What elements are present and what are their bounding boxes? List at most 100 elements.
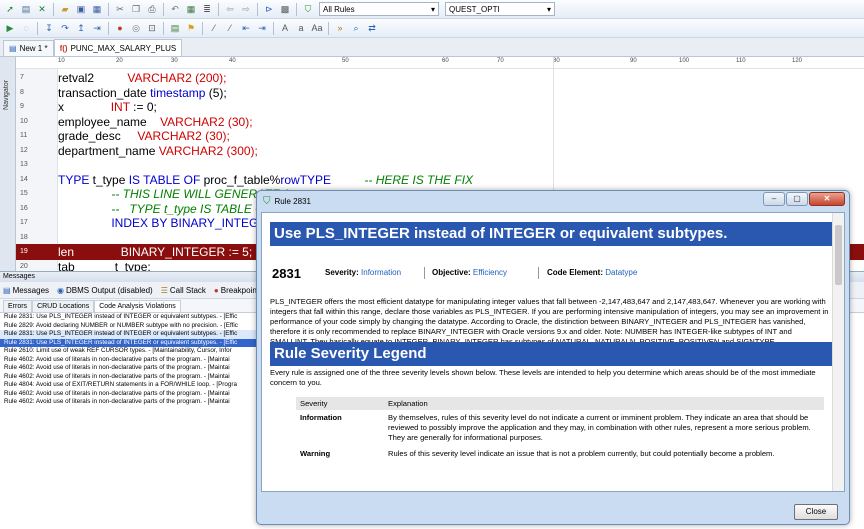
function-icon: f() xyxy=(59,43,68,53)
print-icon[interactable]: ⎙ xyxy=(145,3,159,16)
run-icon[interactable]: ▶ xyxy=(3,22,17,35)
tab-errors[interactable]: Errors xyxy=(3,300,33,312)
ruler-tick: 110 xyxy=(736,58,746,64)
tab-messages[interactable]: ▤ Messages xyxy=(3,286,49,295)
step-out-icon[interactable]: ↥ xyxy=(74,22,88,35)
minimize-button[interactable]: – xyxy=(763,192,785,206)
violation-row[interactable]: Rule 2831: Use PLS_INTEGER instead of IN… xyxy=(0,313,264,322)
ruler-tick: 120 xyxy=(792,58,803,64)
table-row: Information By themselves, rules of this… xyxy=(296,410,824,446)
rule-number: 2831 xyxy=(272,266,301,281)
ruler-tick: 40 xyxy=(229,58,236,64)
scrollbar-thumb[interactable] xyxy=(835,225,842,285)
editor-toolbar: ▶ ◌ ↧ ↷ ↥ ⇥ ● ◎ ⊡ ▤ ⚑ ⁄ ⁄ ⇤ ⇥ A a Aa » ⌕… xyxy=(0,19,864,38)
tab-dbms-output[interactable]: ◉ DBMS Output (disabled) xyxy=(57,286,153,295)
violation-row[interactable]: Rule 4602: Avoid use of literals in non-… xyxy=(0,356,264,365)
severity-meta: Severity: Information xyxy=(325,268,401,277)
indent-icon[interactable]: ⇤ xyxy=(239,22,253,35)
tab-label: PUNC_MAX_SALARY_PLUS xyxy=(70,43,177,53)
upper-case-icon[interactable]: A xyxy=(278,22,292,35)
output-icon: ◉ xyxy=(57,285,65,295)
step-into-icon[interactable]: ↧ xyxy=(42,22,56,35)
violation-row[interactable]: Rule 4804: Avoid use of EXIT/RETURN stat… xyxy=(0,381,264,390)
filter-icon[interactable]: ⛉ xyxy=(301,3,315,16)
explain-plan-icon[interactable]: ▤ xyxy=(168,22,182,35)
uncomment-icon[interactable]: ⁄ xyxy=(223,22,237,35)
debug-icon[interactable]: ▩ xyxy=(278,3,292,16)
copy-icon[interactable]: ❐ xyxy=(129,3,143,16)
undo-icon[interactable]: ↶ xyxy=(168,3,182,16)
code-template-icon[interactable]: » xyxy=(333,22,347,35)
execute-icon[interactable]: ➚ xyxy=(3,3,17,16)
violation-row[interactable]: Rule 2831: Use PLS_INTEGER instead of IN… xyxy=(0,338,264,347)
replace-icon[interactable]: ⇄ xyxy=(365,22,379,35)
tab-call-stack[interactable]: ☰ Call Stack xyxy=(161,286,206,295)
main-toolbar: ➚ ▤ ✕ ▰ ▣ ▦ ✂ ❐ ⎙ ↶ ▦ ≣ ⇦ ⇨ ⊳ ▩ ⛉ All Ru… xyxy=(0,0,864,19)
close-window-button[interactable]: ✕ xyxy=(809,192,845,206)
code-token: -- HERE IS THE FIX xyxy=(331,172,474,187)
forward-icon[interactable]: ⇨ xyxy=(239,3,253,16)
code-token: transaction_date xyxy=(58,85,151,100)
violation-row[interactable]: Rule 4602: Avoid use of literals in non-… xyxy=(0,390,264,399)
table-header-explanation: Explanation xyxy=(384,397,824,410)
excel-icon[interactable]: ✕ xyxy=(35,3,49,16)
violation-row[interactable]: Rule 4602: Avoid use of literals in non-… xyxy=(0,398,264,407)
outdent-icon[interactable]: ⇥ xyxy=(255,22,269,35)
back-icon[interactable]: ⇦ xyxy=(223,3,237,16)
ruler-tick: 100 xyxy=(679,58,690,64)
tab-crud-locations[interactable]: CRUD Locations xyxy=(32,300,95,312)
tab-new-1[interactable]: ▤ New 1 * xyxy=(3,40,54,56)
violation-row[interactable]: Rule 4602: Avoid use of literals in non-… xyxy=(0,373,264,382)
connection-select[interactable]: QUEST_OPTI ▾ xyxy=(445,2,555,16)
toggle-case-icon[interactable]: Aa xyxy=(310,22,324,35)
severity-cell: Warning xyxy=(300,449,331,458)
evaluate-icon[interactable]: ⊡ xyxy=(145,22,159,35)
new-file-icon[interactable]: ▤ xyxy=(19,3,33,16)
find-icon[interactable]: ⌕ xyxy=(349,22,363,35)
cut-icon[interactable]: ✂ xyxy=(113,3,127,16)
comment-icon[interactable]: ⁄ xyxy=(207,22,221,35)
save-all-icon[interactable]: ▦ xyxy=(90,3,104,16)
code-element-value[interactable]: Datatype xyxy=(605,268,637,277)
dialog-titlebar[interactable]: ⛉ Rule 2831 xyxy=(257,191,849,212)
severity-value[interactable]: Information xyxy=(361,268,401,277)
open-icon[interactable]: ▰ xyxy=(58,3,72,16)
save-icon[interactable]: ▣ xyxy=(74,3,88,16)
tab-code-analysis-violations[interactable]: Code Analysis Violations xyxy=(94,300,181,312)
code-element-meta: Code Element: Datatype xyxy=(547,268,637,277)
compile-icon[interactable]: ⊳ xyxy=(262,3,276,16)
rules-filter-select[interactable]: All Rules ▾ xyxy=(319,2,439,16)
ruler-tick: 90 xyxy=(630,58,637,64)
code-token: len BINARY_INTEGER := 5; xyxy=(58,245,253,259)
tab-punc-max-salary-plus[interactable]: f() PUNC_MAX_SALARY_PLUS xyxy=(53,39,183,56)
dialog-scrollbar[interactable] xyxy=(832,213,844,491)
violation-row[interactable]: Rule 2831: Use PLS_INTEGER instead of IN… xyxy=(0,330,264,339)
grid-icon[interactable]: ▦ xyxy=(184,3,198,16)
lower-case-icon[interactable]: a xyxy=(294,22,308,35)
run-to-cursor-icon[interactable]: ⇥ xyxy=(90,22,104,35)
code-token: department_name xyxy=(58,143,159,158)
rule-description: PLS_INTEGER offers the most efficient da… xyxy=(270,297,829,346)
navigator-label[interactable]: Navigator xyxy=(3,80,10,110)
watch-icon[interactable]: ◎ xyxy=(129,22,143,35)
violation-row[interactable]: Rule 2829: Avoid declaring NUMBER or NUM… xyxy=(0,322,264,331)
bookmark-icon[interactable]: ⚑ xyxy=(184,22,198,35)
violation-row[interactable]: Rule 4602: Avoid use of literals in non-… xyxy=(0,364,264,373)
rules-filter-value: All Rules xyxy=(323,4,355,14)
breakpoint-icon[interactable]: ● xyxy=(113,22,127,35)
objective-value[interactable]: Efficiency xyxy=(473,268,507,277)
format-icon[interactable]: ≣ xyxy=(200,3,214,16)
close-button[interactable]: Close xyxy=(794,504,838,520)
code-token: VARCHAR2 (30); xyxy=(160,114,253,129)
stop-icon[interactable]: ◌ xyxy=(19,22,33,35)
maximize-button[interactable]: ▢ xyxy=(786,192,808,206)
severity-cell: Information xyxy=(300,413,342,422)
dialog-title: Rule 2831 xyxy=(274,197,311,206)
code-token: TYPE xyxy=(58,172,90,187)
step-over-icon[interactable]: ↷ xyxy=(58,22,72,35)
violation-row[interactable]: Rule 2610: Limit use of weak REF CURSOR … xyxy=(0,347,264,356)
code-token: INT xyxy=(110,100,130,114)
code-token: tab t_type; xyxy=(58,259,151,272)
legend-heading: Rule Severity Legend xyxy=(270,342,832,366)
code-element-label: Code Element: xyxy=(547,268,604,277)
